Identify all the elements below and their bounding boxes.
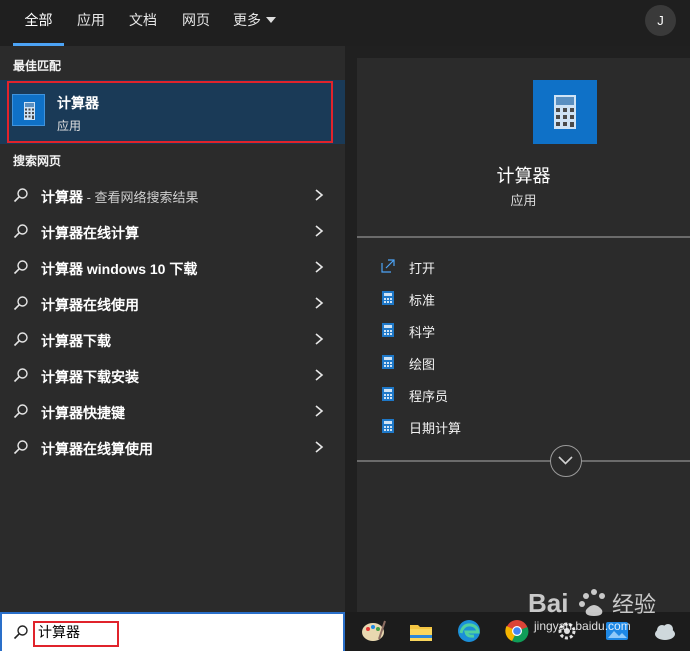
search-icon xyxy=(13,625,28,640)
search-scope-tabs: 全部 应用 文档 网页 更多 J xyxy=(0,0,690,46)
taskbar xyxy=(345,612,690,651)
action-item[interactable]: 科学 xyxy=(357,314,690,346)
best-match-heading: 最佳匹配 xyxy=(13,59,62,73)
chevron-right-icon xyxy=(315,261,324,273)
chevron-right-icon xyxy=(315,405,324,417)
search-icon xyxy=(13,296,28,311)
action-label: 科学 xyxy=(409,325,436,340)
web-result-label: 计算器在线计算 xyxy=(41,223,139,243)
web-result-row[interactable]: 计算器下载 xyxy=(0,321,345,357)
calculator-app-icon-large xyxy=(533,80,597,144)
action-label: 程序员 xyxy=(409,389,449,404)
search-icon xyxy=(13,332,28,347)
web-result-text: 计算器在线计算 xyxy=(41,225,139,241)
action-label: 日期计算 xyxy=(409,421,462,436)
preview-pane: 计算器 应用 打开标准科学绘图程序员日期计算 xyxy=(357,58,690,612)
expand-button[interactable] xyxy=(550,445,582,477)
open-icon xyxy=(381,259,395,273)
web-result-text: 计算器 windows 10 下载 xyxy=(41,261,198,277)
tab-web[interactable]: 网页 xyxy=(181,0,211,46)
web-result-label: 计算器在线算使用 xyxy=(41,439,153,459)
calculator-icon xyxy=(382,323,394,337)
results-pane: 最佳匹配 计算器 应用 搜索网页 计算器 - 查看网络搜索结果 计算器在线计算 计算… xyxy=(0,46,345,612)
search-icon xyxy=(13,260,28,275)
web-result-row[interactable]: 计算器快捷键 xyxy=(0,393,345,429)
chevron-right-icon xyxy=(315,225,324,237)
tab-apps[interactable]: 应用 xyxy=(76,0,106,46)
web-result-text: 计算器在线算使用 xyxy=(41,441,153,457)
search-icon xyxy=(13,188,28,203)
calculator-icon xyxy=(382,387,394,401)
file-explorer-icon[interactable] xyxy=(407,617,435,645)
web-result-text: 计算器在线使用 xyxy=(41,297,139,313)
action-label: 打开 xyxy=(409,261,436,276)
search-box[interactable] xyxy=(0,612,345,651)
web-result-label: 计算器快捷键 xyxy=(41,403,125,423)
action-label: 标准 xyxy=(409,293,436,308)
chevron-right-icon xyxy=(315,189,324,201)
web-result-label: 计算器 - 查看网络搜索结果 xyxy=(41,187,199,207)
action-item[interactable]: 绘图 xyxy=(357,346,690,378)
action-item[interactable]: 标准 xyxy=(357,282,690,314)
web-result-text: 计算器 xyxy=(41,189,83,205)
chevron-down-icon xyxy=(266,17,276,23)
chevron-right-icon xyxy=(315,369,324,381)
action-label: 绘图 xyxy=(409,357,436,372)
web-result-text: 计算器下载 xyxy=(41,333,111,349)
calculator-icon xyxy=(382,355,394,369)
action-item[interactable]: 日期计算 xyxy=(357,410,690,442)
web-result-text: 计算器下载安装 xyxy=(41,369,139,385)
web-result-label: 计算器 windows 10 下载 xyxy=(41,259,197,279)
web-result-row[interactable]: 计算器 windows 10 下载 xyxy=(0,249,345,285)
search-icon xyxy=(13,224,28,239)
search-input[interactable] xyxy=(38,621,238,643)
chevron-down-icon xyxy=(558,456,573,465)
web-result-row[interactable]: 计算器下载安装 xyxy=(0,357,345,393)
tab-more-label: 更多 xyxy=(233,12,261,28)
search-icon xyxy=(13,440,28,455)
tab-more[interactable]: 更多 xyxy=(233,0,279,46)
web-result-label: 计算器下载 xyxy=(41,331,111,351)
calculator-icon xyxy=(382,291,394,305)
watermark-url: jingyan.baidu.com xyxy=(534,619,631,633)
web-result-suffix: - 查看网络搜索结果 xyxy=(83,190,199,205)
divider xyxy=(357,460,690,462)
preview-app-type: 应用 xyxy=(510,193,537,208)
search-icon xyxy=(13,368,28,383)
chrome-browser-icon[interactable] xyxy=(503,617,531,645)
web-result-label: 计算器下载安装 xyxy=(41,367,139,387)
cloud-app-icon[interactable] xyxy=(651,617,679,645)
action-item[interactable]: 程序员 xyxy=(357,378,690,410)
chevron-right-icon xyxy=(315,441,324,453)
tab-documents[interactable]: 文档 xyxy=(128,0,158,46)
web-result-label: 计算器在线使用 xyxy=(41,295,139,315)
action-item[interactable]: 打开 xyxy=(357,250,690,282)
paint-app-icon[interactable] xyxy=(359,617,387,645)
calculator-icon xyxy=(382,419,394,433)
user-avatar[interactable]: J xyxy=(645,5,676,36)
chevron-right-icon xyxy=(315,297,324,309)
web-result-row[interactable]: 计算器在线算使用 xyxy=(0,429,345,465)
web-search-heading: 搜索网页 xyxy=(13,154,62,168)
search-icon xyxy=(13,404,28,419)
web-result-row[interactable]: 计算器 - 查看网络搜索结果 xyxy=(0,177,345,213)
divider xyxy=(357,236,690,238)
chevron-right-icon xyxy=(315,333,324,345)
web-result-row[interactable]: 计算器在线使用 xyxy=(0,285,345,321)
highlight-box xyxy=(7,81,333,143)
preview-app-name: 计算器 xyxy=(496,166,551,186)
web-result-row[interactable]: 计算器在线计算 xyxy=(0,213,345,249)
tab-all[interactable]: 全部 xyxy=(13,0,64,46)
edge-browser-icon[interactable] xyxy=(455,617,483,645)
web-result-text: 计算器快捷键 xyxy=(41,405,125,421)
